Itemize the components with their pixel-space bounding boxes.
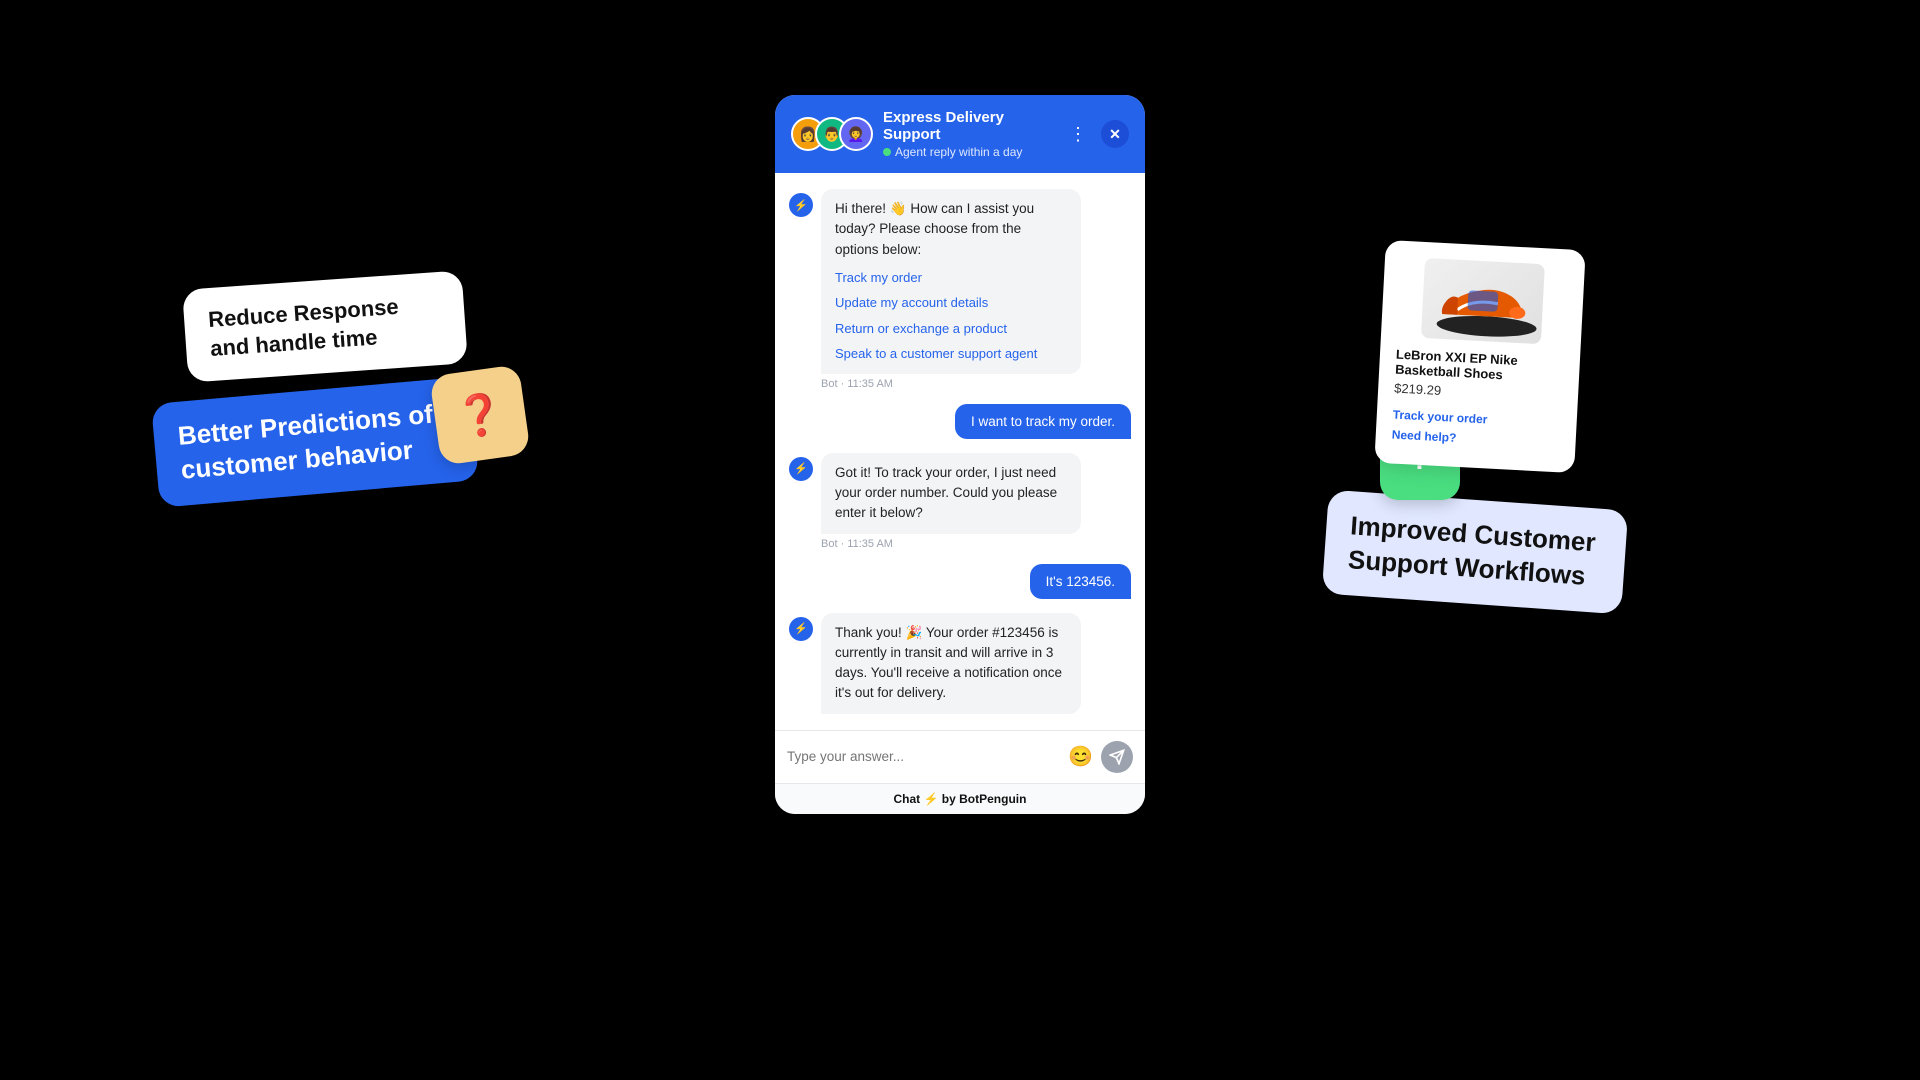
user-message-1: I want to track my order.	[789, 404, 1131, 439]
bot-message-2: ⚡ Got it! To track your order, I just ne…	[789, 453, 1131, 550]
botpenguin-brand: BotPenguin	[959, 792, 1026, 806]
product-price: $219.29	[1394, 381, 1563, 405]
chat-header: 👩 👨 👩‍🦱 Express Delivery Support Agent r…	[775, 95, 1145, 173]
header-actions: ⋮ ✕	[1063, 120, 1129, 148]
user-bubble-2: It's 123456.	[1030, 564, 1131, 599]
option-track-order[interactable]: Track my order	[835, 268, 1067, 288]
bot-avatar-2: ⚡	[789, 457, 813, 481]
avatar-3: 👩‍🦱	[839, 117, 873, 151]
avatar-group: 👩 👨 👩‍🦱	[791, 117, 873, 151]
more-options-button[interactable]: ⋮	[1063, 122, 1093, 147]
product-image	[1421, 258, 1545, 344]
question-bubble-orange: ❓	[429, 364, 531, 466]
bot-bubble-2: Got it! To track your order, I just need…	[821, 453, 1081, 534]
product-card: LeBron XXI EP Nike Basketball Shoes $219…	[1374, 240, 1585, 473]
emoji-button[interactable]: 😊	[1068, 744, 1093, 769]
chat-widget: 👩 👨 👩‍🦱 Express Delivery Support Agent r…	[775, 95, 1145, 814]
chat-body: ⚡ Hi there! 👋 How can I assist you today…	[775, 173, 1145, 730]
bot-avatar-1: ⚡	[789, 193, 813, 217]
option-speak-agent[interactable]: Speak to a customer support agent	[835, 344, 1067, 364]
bot-message-1-time: Bot · 11:35 AM	[821, 378, 1081, 390]
need-help-link[interactable]: Need help?	[1391, 428, 1560, 451]
bot-message-2-time: Bot · 11:35 AM	[821, 538, 1081, 550]
chat-input[interactable]	[787, 749, 1060, 764]
bot-bubble-1: Hi there! 👋 How can I assist you today? …	[821, 189, 1081, 374]
user-bubble-1: I want to track my order.	[955, 404, 1131, 439]
chat-title: Express Delivery Support	[883, 109, 1053, 143]
track-order-link[interactable]: Track your order	[1392, 408, 1561, 431]
chat-input-area: 😊	[775, 730, 1145, 783]
bot-message-3: ⚡ Thank you! 🎉 Your order #123456 is cur…	[789, 613, 1131, 714]
close-chat-button[interactable]: ✕	[1101, 120, 1129, 148]
chat-footer: Chat ⚡ by BotPenguin	[775, 783, 1145, 814]
send-button[interactable]	[1101, 741, 1133, 773]
send-icon	[1109, 749, 1125, 765]
bot-avatar-3: ⚡	[789, 617, 813, 641]
question-mark-orange-icon: ❓	[452, 388, 508, 441]
improved-workflows-card: Improved Customer Support Workflows	[1322, 490, 1628, 614]
option-update-account[interactable]: Update my account details	[835, 293, 1067, 313]
chat-status: Agent reply within a day	[883, 145, 1053, 159]
status-dot-icon	[883, 148, 891, 156]
better-predictions-card: Better Predictions of customer behavior	[151, 376, 479, 507]
user-message-2: It's 123456.	[789, 564, 1131, 599]
bot-bubble-3: Thank you! 🎉 Your order #123456 is curre…	[821, 613, 1081, 714]
product-name: LeBron XXI EP Nike Basketball Shoes	[1395, 347, 1564, 386]
option-list: Track my order Update my account details…	[835, 268, 1067, 364]
bot-message-1: ⚡ Hi there! 👋 How can I assist you today…	[789, 189, 1131, 390]
option-return-exchange[interactable]: Return or exchange a product	[835, 319, 1067, 339]
reduce-response-card: Reduce Response and handle time	[182, 270, 468, 382]
header-info: Express Delivery Support Agent reply wit…	[883, 109, 1053, 159]
